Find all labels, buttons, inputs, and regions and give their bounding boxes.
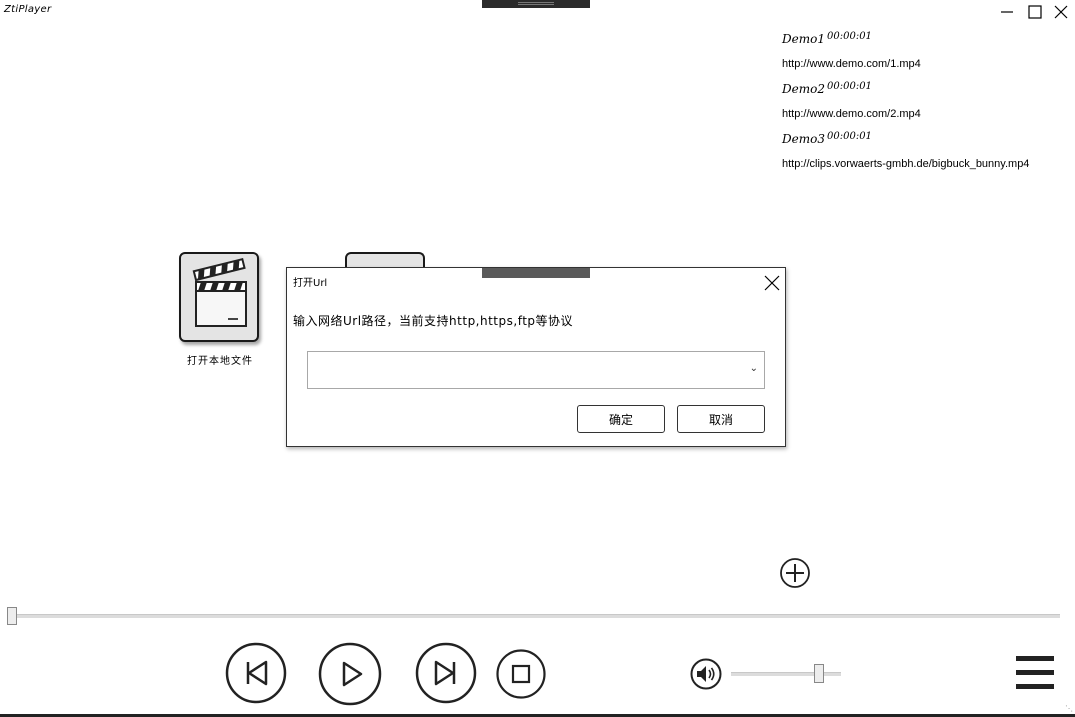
url-input[interactable]: ⌄ [307, 351, 765, 389]
playlist: Demo1 00:00:01 http://www.demo.com/1.mp4… [782, 30, 1072, 180]
playlist-item-url: http://www.demo.com/1.mp4 [782, 58, 921, 70]
playlist-item-url: http://clips.vorwaerts-gmbh.de/bigbuck_b… [782, 158, 1030, 170]
ok-button[interactable]: 确定 [577, 405, 665, 433]
open-local-file-label: 打开本地文件 [187, 356, 253, 367]
close-icon [1054, 5, 1068, 19]
playlist-item-duration: 00:00:01 [827, 81, 872, 92]
menu-icon-bar [1016, 670, 1054, 675]
menu-icon-bar [1016, 684, 1054, 689]
window-drag-handle[interactable] [482, 0, 590, 8]
play-icon [318, 642, 382, 706]
playlist-item-duration: 00:00:01 [827, 131, 872, 142]
menu-icon [1016, 656, 1054, 661]
dialog-close-button[interactable] [762, 273, 782, 293]
clapperboard-icon [192, 257, 247, 327]
open-local-file-tile[interactable] [179, 252, 259, 342]
previous-button[interactable] [225, 642, 287, 704]
minimize-icon [1001, 11, 1013, 13]
add-button[interactable] [779, 557, 811, 589]
playlist-item-duration: 00:00:01 [827, 31, 872, 42]
playlist-item-title: Demo2 [782, 82, 825, 96]
volume-icon [690, 658, 722, 690]
playlist-item[interactable]: Demo2 00:00:01 http://www.demo.com/2.mp4 [782, 80, 1072, 130]
playlist-item-url: http://www.demo.com/2.mp4 [782, 108, 921, 120]
playlist-item[interactable]: Demo1 00:00:01 http://www.demo.com/1.mp4 [782, 30, 1072, 80]
grip-lines [518, 2, 554, 5]
open-url-dialog: 打开Url 输入网络Url路径，当前支持http,https,ftp等协议 ⌄ … [286, 267, 786, 447]
playlist-item[interactable]: Demo3 00:00:01 http://clips.vorwaerts-gm… [782, 130, 1072, 180]
play-button[interactable] [318, 642, 382, 706]
dialog-title: 打开Url [293, 278, 328, 289]
playlist-item-title: Demo1 [782, 32, 825, 46]
close-window-button[interactable] [1051, 3, 1071, 21]
dialog-drag-handle[interactable] [482, 268, 590, 278]
next-button[interactable] [415, 642, 477, 704]
seek-track[interactable] [12, 614, 1060, 618]
previous-icon [225, 642, 287, 704]
resize-grip[interactable]: ⋱ [1065, 704, 1073, 713]
stop-button[interactable] [496, 649, 546, 699]
cancel-button[interactable]: 取消 [677, 405, 765, 433]
stop-icon [496, 649, 546, 699]
next-icon [415, 642, 477, 704]
volume-track[interactable] [731, 672, 841, 676]
seek-thumb[interactable] [7, 607, 17, 625]
close-icon [764, 275, 780, 291]
maximize-icon [1028, 5, 1042, 19]
maximize-button[interactable] [1025, 3, 1045, 21]
menu-button[interactable] [1016, 656, 1056, 690]
volume-button[interactable] [690, 658, 722, 694]
chevron-down-icon[interactable]: ⌄ [750, 363, 758, 374]
volume-thumb[interactable] [814, 664, 824, 683]
dialog-message: 输入网络Url路径，当前支持http,https,ftp等协议 [293, 314, 574, 328]
playlist-item-title: Demo3 [782, 132, 825, 146]
minimize-button[interactable] [997, 3, 1017, 21]
add-icon [780, 558, 810, 588]
app-title: ZtiPlayer [4, 4, 52, 15]
